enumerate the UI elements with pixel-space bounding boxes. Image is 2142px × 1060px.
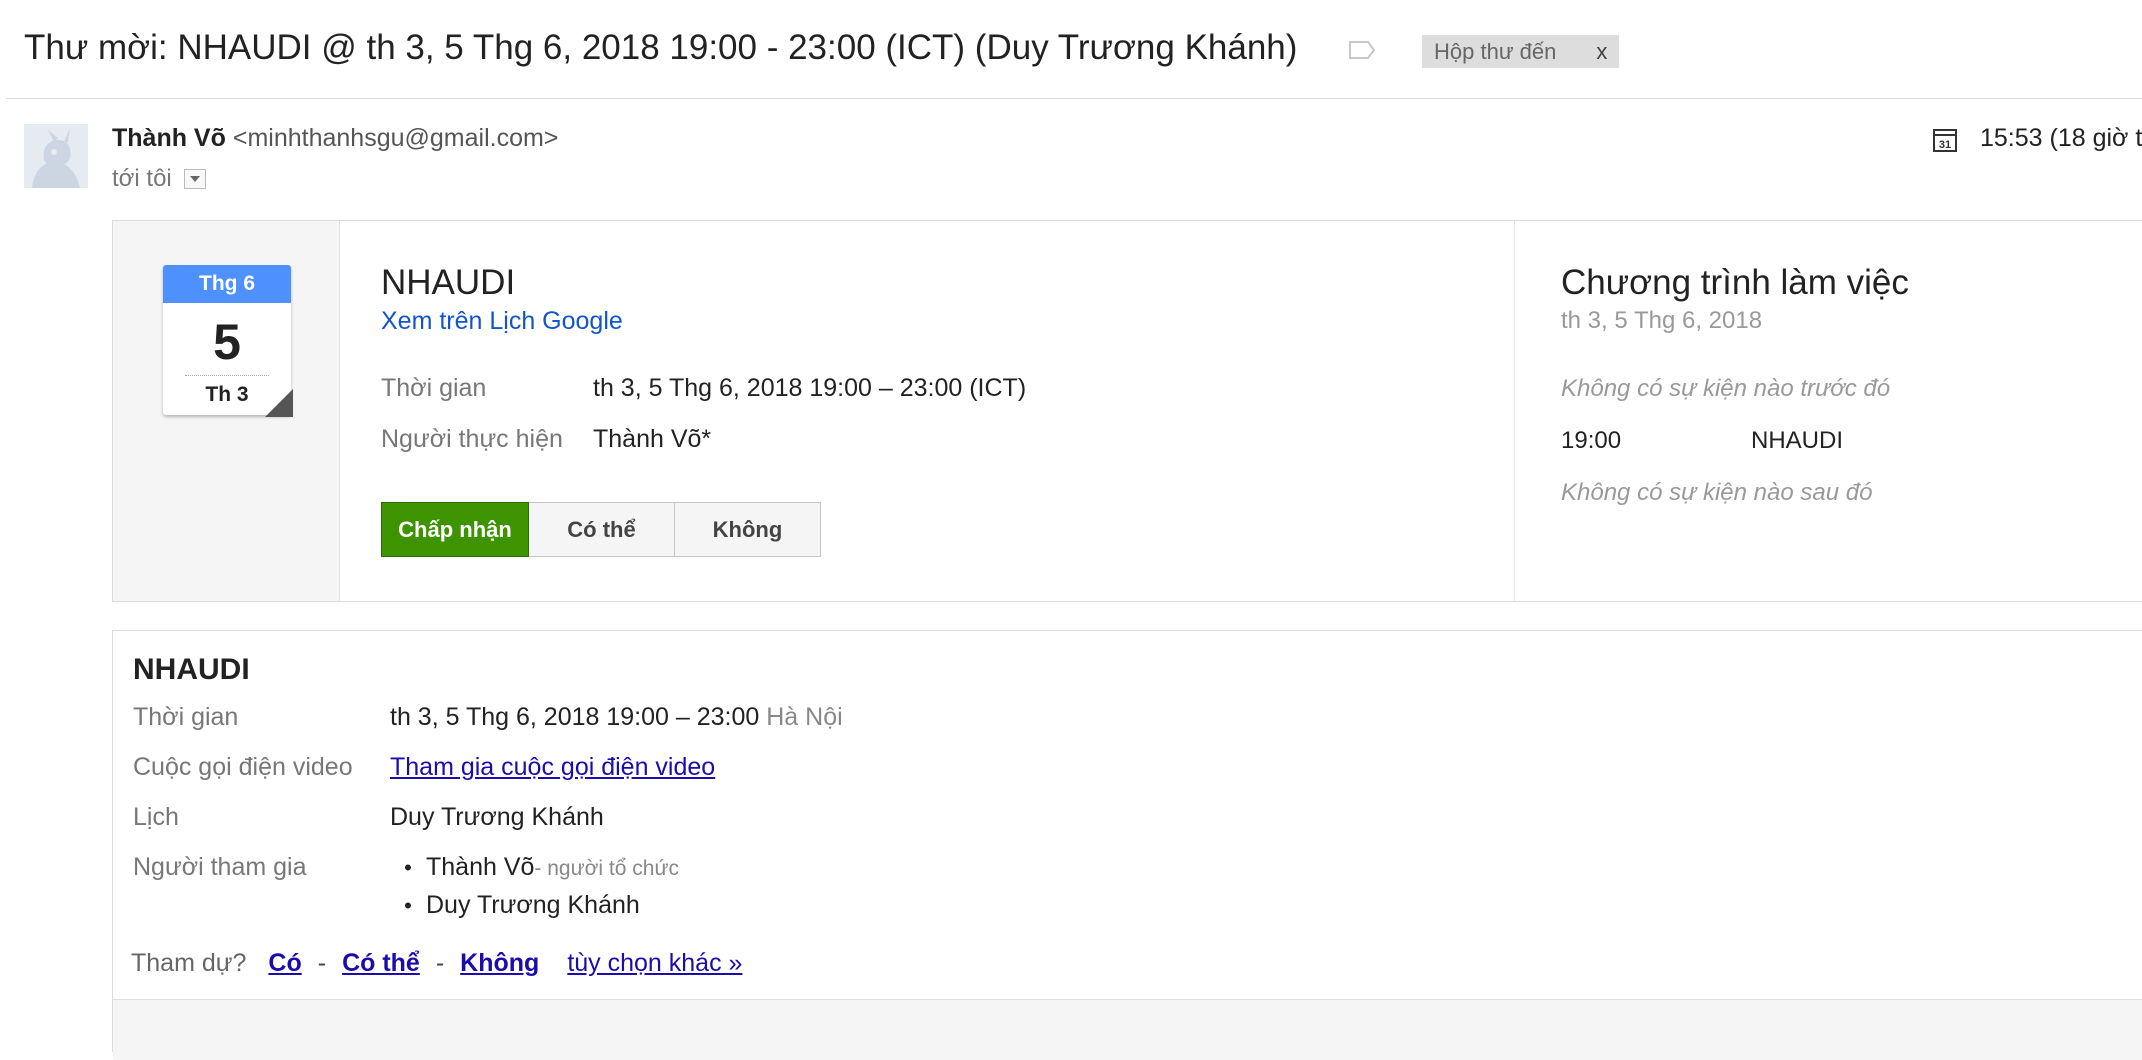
inbox-label-text: Hộp thư đến [1434, 38, 1557, 64]
event-title: NHAUDI [381, 263, 516, 302]
agenda-title: Chương trình làm việc [1561, 263, 1909, 302]
default-avatar-icon [24, 124, 88, 188]
recipient-line: tới tôi [112, 165, 206, 193]
guests-label: Người tham gia [133, 853, 307, 881]
agenda-before-note: Không có sự kiện nào trước đó [1561, 375, 1891, 402]
guest-name: Duy Trương Khánh [426, 891, 640, 919]
email-subject: Thư mời: NHAUDI @ th 3, 5 Thg 6, 2018 19… [24, 28, 1298, 67]
bullet-icon: • [404, 855, 412, 880]
recipient-text: tới tôi [112, 165, 172, 192]
time-label: Thời gian [381, 374, 487, 402]
join-video-call-link[interactable]: Tham gia cuộc gọi điện video [390, 753, 715, 781]
rsvp-separator: - [317, 949, 327, 977]
details-time-text: th 3, 5 Thg 6, 2018 19:00 – 23:00 [390, 703, 760, 731]
chevron-down-icon[interactable] [183, 169, 206, 189]
page-fold-icon [265, 389, 293, 417]
date-tile-day: 5 [213, 314, 241, 370]
guest-list: • Thành Võ - người tổ chức • Duy Trương K… [390, 853, 679, 920]
date-tile: Thg 6 5 Th 3 [163, 265, 293, 417]
decline-button[interactable]: Không [675, 502, 821, 557]
guest-item: • Duy Trương Khánh [390, 891, 679, 920]
date-tile-month: Thg 6 [163, 265, 291, 303]
more-options-link[interactable]: tùy chọn khác » [567, 949, 742, 978]
remove-label-button[interactable]: x [1596, 39, 1607, 65]
agenda-event-time: 19:00 [1561, 427, 1622, 454]
details-footer [113, 1000, 2142, 1060]
label-tag-icon[interactable] [1348, 40, 1376, 60]
inbox-label-chip: Hộp thư đến x [1422, 35, 1620, 68]
agenda-date: th 3, 5 Thg 6, 2018 [1561, 307, 1763, 334]
view-in-calendar-link[interactable]: Xem trên Lịch Google [381, 307, 623, 336]
accept-button[interactable]: Chấp nhận [381, 502, 529, 557]
event-details-card: NHAUDI Thời gian th 3, 5 Thg 6, 2018 19:… [112, 630, 2142, 1060]
organizer-label: Người thực hiện [381, 425, 563, 453]
guest-item: • Thành Võ - người tổ chức [390, 853, 679, 891]
rsvp-links-row: Tham dự? Có - Có thể - Không tùy chọn kh… [131, 949, 742, 978]
svg-text:31: 31 [1939, 139, 1951, 151]
rsvp-no-link[interactable]: Không [460, 949, 539, 978]
invitation-card: Thg 6 5 Th 3 NHAUDI Xem trên Lịch Google… [112, 220, 2142, 602]
date-tile-divider [185, 375, 269, 376]
rsvp-maybe-link[interactable]: Có thể [342, 949, 420, 978]
calendar-31-icon: 31 [1933, 129, 1957, 152]
header-divider [6, 98, 2142, 99]
bullet-icon: • [404, 893, 412, 918]
sender-line: Thành Võ <minhthanhsgu@gmail.com> [112, 124, 558, 153]
maybe-button[interactable]: Có thể [529, 502, 675, 557]
guest-name: Thành Võ [426, 853, 535, 881]
video-call-label: Cuộc gọi điện video [133, 753, 353, 781]
rsvp-question: Tham dự? [131, 949, 247, 977]
rsvp-yes-link[interactable]: Có [268, 949, 301, 978]
organizer-value: Thành Võ* [593, 425, 712, 453]
details-title: NHAUDI [133, 653, 250, 686]
sender-email: <minhthanhsgu@gmail.com> [232, 124, 559, 152]
calendar-label: Lịch [133, 803, 179, 831]
sender-name[interactable]: Thành Võ [112, 124, 226, 152]
details-time-label: Thời gian [133, 703, 239, 731]
rsvp-separator: - [435, 949, 445, 977]
calendar-value: Duy Trương Khánh [390, 803, 604, 831]
agenda-event-name[interactable]: NHAUDI [1751, 427, 1843, 455]
video-call-value: Tham gia cuộc gọi điện video [390, 753, 715, 782]
time-value: th 3, 5 Thg 6, 2018 19:00 – 23:00 (ICT) [593, 374, 1027, 402]
guest-role: - người tổ chức [534, 857, 680, 880]
email-timestamp: 15:53 (18 giờ t [1980, 124, 2142, 152]
details-time-value: th 3, 5 Thg 6, 2018 19:00 – 23:00 Hà Nội [390, 703, 843, 732]
details-time-zone: Hà Nội [766, 703, 843, 731]
date-panel: Thg 6 5 Th 3 [113, 221, 340, 601]
rsvp-button-group: Chấp nhận Có thể Không [381, 502, 821, 557]
agenda-after-note: Không có sự kiện nào sau đó [1561, 479, 1873, 506]
agenda-divider [1514, 221, 1515, 601]
